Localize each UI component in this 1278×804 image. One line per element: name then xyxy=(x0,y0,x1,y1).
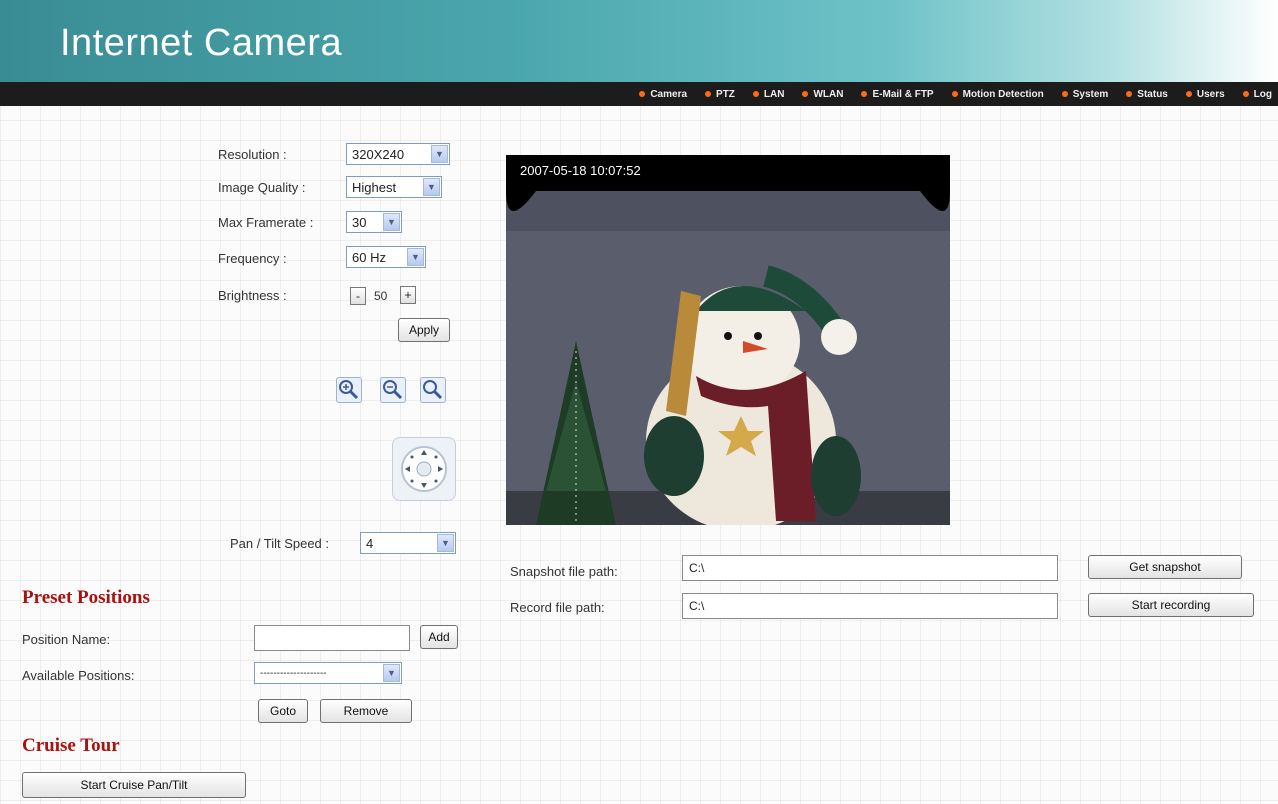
goto-button[interactable]: Goto xyxy=(258,699,308,723)
pan-tilt-speed-label: Pan / Tilt Speed : xyxy=(230,536,330,551)
zoom-reset-icon[interactable] xyxy=(420,377,446,403)
position-name-input[interactable] xyxy=(254,625,410,651)
pan-tilt-control[interactable] xyxy=(392,437,456,501)
nav-camera[interactable]: Camera xyxy=(639,89,687,100)
nav-log[interactable]: Log xyxy=(1242,89,1272,100)
camera-feed-image xyxy=(506,191,950,525)
apply-button[interactable]: Apply xyxy=(398,318,450,342)
max-framerate-label: Max Framerate : xyxy=(218,215,314,230)
pan-tilt-speed-select[interactable]: 4 ▼ xyxy=(360,532,456,554)
bullet-icon xyxy=(705,91,712,97)
top-nav: Camera PTZ LAN WLAN E-Mail & FTP Motion … xyxy=(0,82,1278,106)
chevron-down-icon: ▼ xyxy=(437,534,454,552)
brightness-decrease-button[interactable]: - xyxy=(350,287,366,305)
brightness-increase-button[interactable]: + xyxy=(400,286,416,304)
chevron-down-icon: ▼ xyxy=(431,145,448,163)
cruise-tour-title: Cruise Tour xyxy=(22,735,120,756)
frequency-select[interactable]: 60 Hz ▼ xyxy=(346,246,426,268)
zoom-in-icon[interactable] xyxy=(336,377,362,403)
snapshot-path-label: Snapshot file path: xyxy=(510,564,618,579)
add-position-button[interactable]: Add xyxy=(420,625,458,649)
bullet-icon xyxy=(1061,91,1068,97)
preset-positions-title: Preset Positions xyxy=(22,587,150,608)
nav-system[interactable]: System xyxy=(1061,89,1108,100)
bullet-icon xyxy=(861,91,868,97)
frequency-label: Frequency : xyxy=(218,251,287,266)
get-snapshot-button[interactable]: Get snapshot xyxy=(1088,555,1242,579)
bullet-icon xyxy=(951,91,958,97)
nav-ptz[interactable]: PTZ xyxy=(705,89,735,100)
bullet-icon xyxy=(639,91,646,97)
nav-wlan[interactable]: WLAN xyxy=(802,89,843,100)
image-quality-select[interactable]: Highest ▼ xyxy=(346,176,442,198)
direction-pad-icon xyxy=(401,446,447,492)
bullet-icon xyxy=(1185,91,1192,97)
video-timestamp: 2007-05-18 10:07:52 xyxy=(520,163,641,178)
chevron-down-icon: ▼ xyxy=(383,664,400,682)
position-name-label: Position Name: xyxy=(22,632,111,647)
snapshot-path-input[interactable]: C:\ xyxy=(682,555,1058,581)
start-recording-button[interactable]: Start recording xyxy=(1088,593,1254,617)
nav-lan[interactable]: LAN xyxy=(752,89,784,100)
brightness-value: 50 xyxy=(374,289,388,303)
camera-video: 2007-05-18 10:07:52 xyxy=(506,155,950,525)
nav-status[interactable]: Status xyxy=(1126,89,1168,100)
record-path-input[interactable]: C:\ xyxy=(682,593,1058,619)
header-banner: Internet Camera xyxy=(0,0,1278,82)
zoom-out-icon[interactable] xyxy=(380,377,406,403)
bullet-icon xyxy=(1126,91,1133,97)
record-path-label: Record file path: xyxy=(510,600,605,615)
resolution-select[interactable]: 320X240 ▼ xyxy=(346,143,450,165)
chevron-down-icon: ▼ xyxy=(383,213,400,231)
chevron-down-icon: ▼ xyxy=(423,178,440,196)
chevron-down-icon: ▼ xyxy=(407,248,424,266)
available-positions-select[interactable]: -------------------- ▼ xyxy=(254,662,402,684)
bullet-icon xyxy=(752,91,759,97)
available-positions-label: Available Positions: xyxy=(22,668,135,683)
resolution-label: Resolution : xyxy=(218,147,287,162)
nav-email-ftp[interactable]: E-Mail & FTP xyxy=(861,89,934,100)
bullet-icon xyxy=(802,91,809,97)
bullet-icon xyxy=(1242,91,1249,97)
start-cruise-button[interactable]: Start Cruise Pan/Tilt xyxy=(22,772,246,798)
nav-users[interactable]: Users xyxy=(1185,89,1225,100)
app-title: Internet Camera xyxy=(60,22,343,64)
remove-button[interactable]: Remove xyxy=(320,699,412,723)
max-framerate-select[interactable]: 30 ▼ xyxy=(346,211,402,233)
image-quality-label: Image Quality : xyxy=(218,180,306,195)
nav-motion-detection[interactable]: Motion Detection xyxy=(951,89,1044,100)
brightness-label: Brightness : xyxy=(218,288,287,303)
